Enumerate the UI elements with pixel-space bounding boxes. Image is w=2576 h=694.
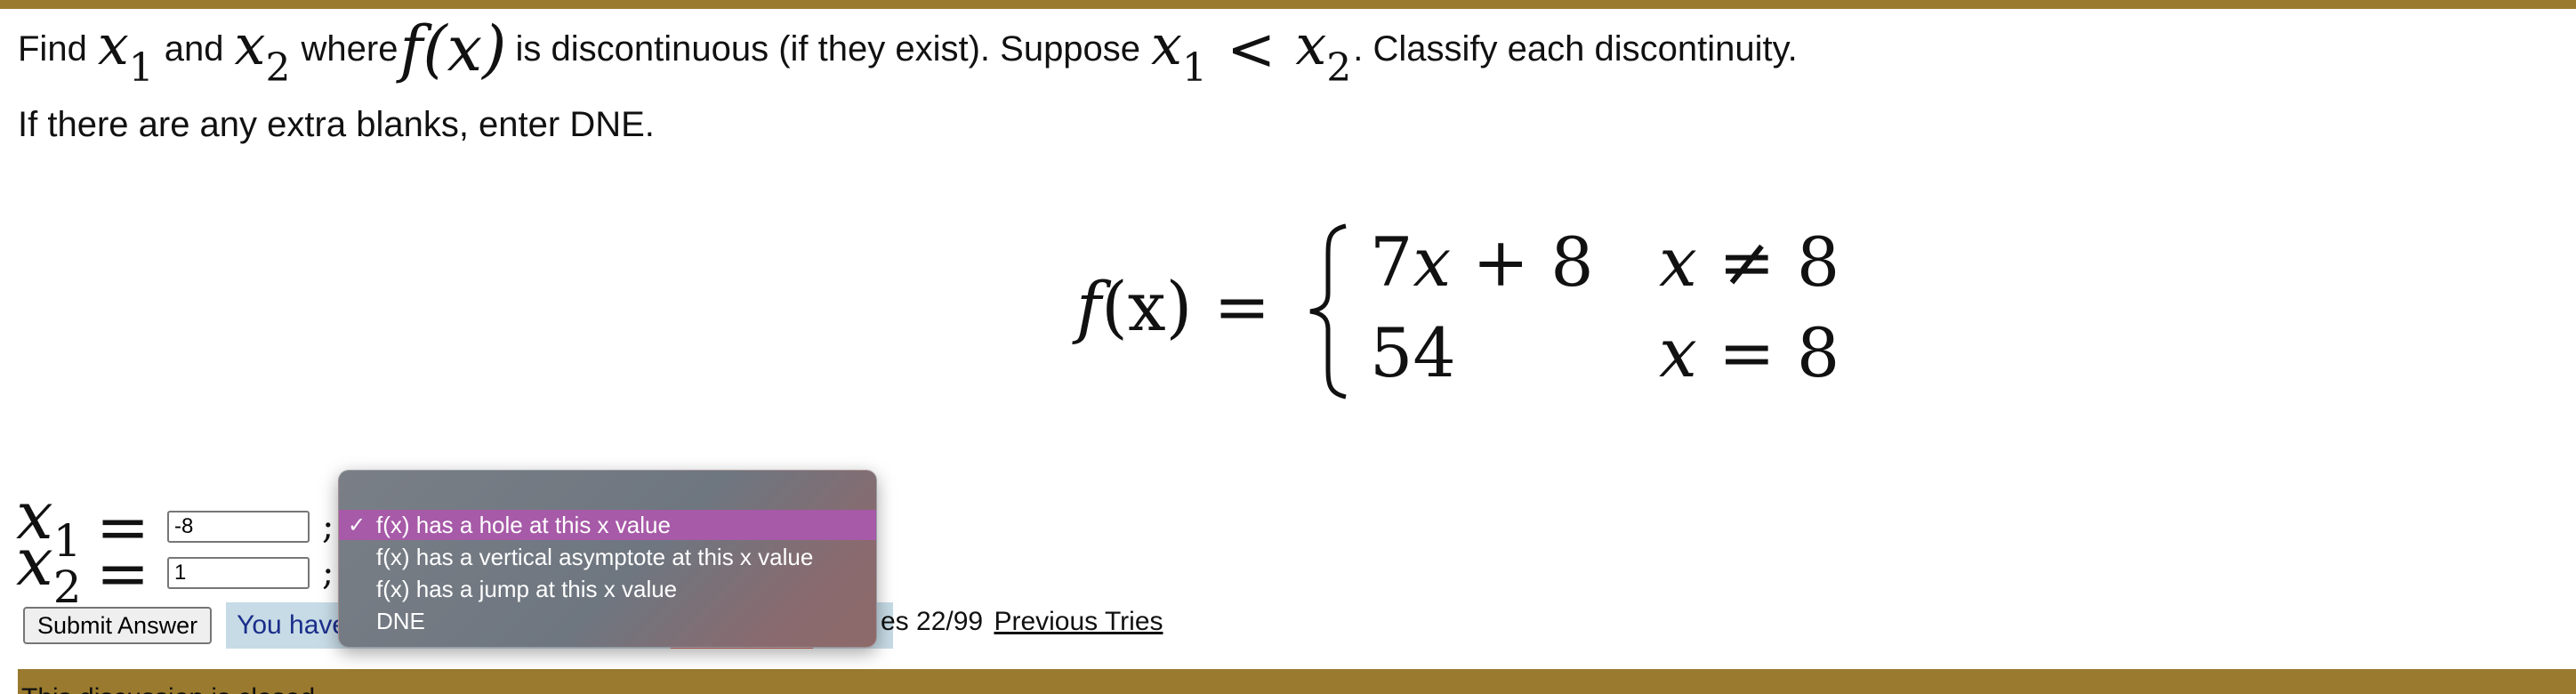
option-label: f(x) has a hole at this x value <box>376 511 671 538</box>
x2-equals: = <box>95 536 150 610</box>
math-x1-b: x1 <box>1151 12 1208 92</box>
x2-input[interactable] <box>167 557 310 589</box>
option-hole[interactable]: ✓ f(x) has a hole at this x value <box>339 510 876 540</box>
piecewise-function: f(x) = 7x + 8 x ≠ 8 54 x = 8 <box>1076 214 1841 409</box>
top-accent-bar <box>0 0 2576 9</box>
x2-label: x2 <box>16 524 82 613</box>
instruction-text: If there are any extra blanks, enter DNE… <box>18 105 655 144</box>
answer-row-x2: x2 = ; <box>16 529 334 610</box>
math-fx: f(x) <box>399 12 507 85</box>
option-label: f(x) has a vertical asymptote at this x … <box>376 543 814 570</box>
row2-expression: 54 <box>1370 313 1456 392</box>
question-text: Find x1 and x2 where f(x) is discontinuo… <box>18 9 1798 92</box>
checkmark-icon: ✓ <box>348 512 366 537</box>
x1-input[interactable] <box>167 511 310 543</box>
math-x2-b: x2 <box>1295 12 1352 92</box>
math-x1: x1 <box>97 12 154 92</box>
row1-expression: 7x + 8 <box>1370 222 1594 302</box>
option-label: f(x) has a jump at this x value <box>376 575 678 602</box>
piecewise-lhs: f(x) = <box>1076 267 1271 346</box>
question-find: Find <box>18 28 87 69</box>
tries-count-text: es 22/99 <box>881 607 984 636</box>
classification-dropdown-menu[interactable]: ✓ f(x) has a hole at this x value f(x) h… <box>338 470 877 648</box>
footer-text: This discussion is closed. <box>21 683 322 694</box>
bottom-accent-bar <box>18 669 2576 694</box>
row1-condition: x ≠ 8 <box>1659 222 1840 302</box>
x2-semicolon: ; <box>322 553 334 593</box>
left-brace <box>1309 223 1347 399</box>
option-label: DNE <box>376 607 425 634</box>
question-classify: . Classify each discontinuity. <box>1353 28 1798 69</box>
option-vertical-asymptote[interactable]: f(x) has a vertical asymptote at this x … <box>339 542 876 572</box>
tries-count: es 22/99 Previous Tries <box>881 607 1163 637</box>
math-less-than: < <box>1227 14 1276 84</box>
row2-condition: x = 8 <box>1659 313 1840 392</box>
x1-semicolon: ; <box>322 506 334 547</box>
previous-tries-link[interactable]: Previous Tries <box>994 607 1163 636</box>
math-x2: x2 <box>234 12 291 92</box>
submit-answer-button[interactable]: Submit Answer <box>23 607 213 644</box>
option-dne[interactable]: DNE <box>339 606 876 636</box>
option-jump[interactable]: f(x) has a jump at this x value <box>339 574 876 604</box>
question-discontinuous: is discontinuous (if they exist). Suppos… <box>515 28 1141 69</box>
tries-prefix: You have <box>237 610 348 640</box>
question-and: and <box>164 28 224 69</box>
question-where: where <box>301 28 398 69</box>
